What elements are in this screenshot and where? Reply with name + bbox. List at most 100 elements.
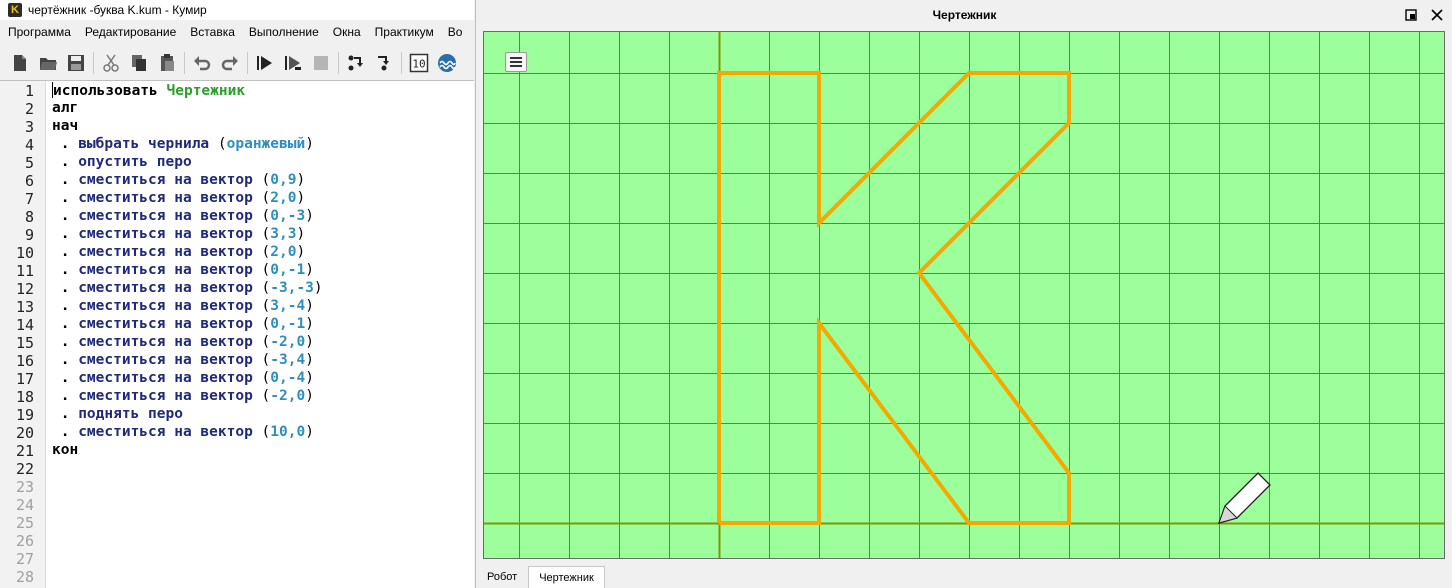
code-token-paren: ) — [313, 280, 323, 296]
code-token-kw: . — [52, 370, 79, 386]
code-token-cmd: выбрать чернила — [78, 136, 218, 152]
code-token-kw: . — [52, 190, 79, 206]
code-token-paren: ( — [261, 388, 271, 404]
drawing-canvas[interactable] — [484, 32, 1445, 559]
stop-button[interactable] — [307, 50, 335, 76]
tab-drawer[interactable]: Чертежник — [528, 566, 605, 588]
restore-button[interactable] — [1404, 8, 1418, 22]
line-number: 27 — [15, 550, 34, 568]
step-run-button[interactable] — [279, 50, 307, 76]
save-button[interactable] — [62, 50, 90, 76]
code-line[interactable]: . сместиться на вектор (2,0) — [52, 190, 305, 208]
code-line[interactable]: . сместиться на вектор (-2,0) — [52, 334, 314, 352]
code-token-num: 3,3 — [270, 226, 297, 242]
code-token-paren: ( — [261, 280, 271, 296]
code-token-paren: ( — [261, 262, 271, 278]
code-line[interactable]: . сместиться на вектор (0,-1) — [52, 262, 314, 280]
svg-text:10: 10 — [412, 58, 425, 71]
code-token-kw: . — [52, 316, 79, 332]
drawer-menu-button[interactable] — [505, 52, 527, 72]
drawing-field[interactable] — [483, 31, 1445, 559]
line-number: 22 — [15, 460, 34, 478]
menu-windows[interactable]: Окна — [326, 25, 368, 39]
code-token-kw: . — [52, 226, 79, 242]
step-out-icon — [378, 56, 389, 71]
close-button[interactable] — [1430, 8, 1444, 22]
code-token-kw: . — [52, 244, 79, 260]
code-token-mod: Чертежник — [166, 83, 246, 99]
drawer-window-controls — [1404, 8, 1444, 22]
drawer-title: Чертежник — [932, 8, 997, 22]
code-token-num: 2,0 — [270, 244, 297, 260]
code-line[interactable]: . сместиться на вектор (0,-3) — [52, 208, 314, 226]
paste-icon — [161, 54, 174, 71]
step-run-icon — [285, 56, 301, 70]
code-token-paren: ) — [305, 388, 314, 404]
code-token-paren: ) — [305, 262, 314, 278]
code-token-paren: ) — [305, 136, 314, 152]
code-token-num: -3,-3 — [270, 280, 314, 296]
drawer-window: Чертежник Робот Чертежник — [475, 0, 1452, 588]
wave-button[interactable] — [433, 50, 461, 76]
code-token-paren: ( — [217, 136, 227, 152]
menu-edit[interactable]: Редактирование — [78, 25, 183, 39]
code-line[interactable]: . сместиться на вектор (2,0) — [52, 244, 305, 262]
code-line[interactable]: . сместиться на вектор (-3,4) — [52, 352, 314, 370]
line-number: 14 — [15, 316, 34, 334]
step-out-button[interactable] — [370, 50, 398, 76]
code-token-cmd: сместиться на вектор — [78, 172, 262, 188]
menu-practicum[interactable]: Практикум — [368, 25, 441, 39]
tab-robot[interactable]: Робот — [476, 566, 528, 588]
code-token-kw: . — [52, 172, 79, 188]
code-line[interactable]: кон — [52, 442, 78, 460]
code-editor[interactable]: 1 2 3 4 5 6 7 8 9 10 11 12 13 14 15 16 17 18 19 20 21 22 23 24 2… — [0, 80, 474, 588]
counter-button[interactable]: 10 — [405, 50, 433, 76]
code-line[interactable]: . выбрать чернила (оранжевый) — [52, 136, 314, 154]
code-line[interactable]: . сместиться на вектор (0,-4) — [52, 370, 314, 388]
line-number-gutter: 1 2 3 4 5 6 7 8 9 10 11 12 13 14 15 16 17 18 19 20 21 22 23 24 2… — [0, 81, 46, 588]
menu-truncated[interactable]: Во — [441, 25, 470, 39]
code-token-paren: ) — [296, 172, 306, 188]
code-line[interactable]: алг — [52, 100, 78, 118]
code-token-cmd: сместиться на вектор — [78, 424, 262, 440]
code-line[interactable]: использовать Чертежник — [52, 82, 245, 100]
code-token-kw: кон — [52, 442, 79, 458]
undo-button[interactable] — [188, 50, 216, 76]
paste-button[interactable] — [153, 50, 181, 76]
code-line[interactable]: . сместиться на вектор (-2,0) — [52, 388, 314, 406]
code-token-paren: ( — [261, 298, 271, 314]
line-number: 12 — [15, 280, 34, 298]
copy-button[interactable] — [125, 50, 153, 76]
code-token-paren: ) — [296, 244, 306, 260]
restore-icon — [1405, 9, 1417, 21]
menu-bar-line — [510, 61, 522, 63]
menu-run[interactable]: Выполнение — [242, 25, 326, 39]
code-token-paren: ( — [261, 190, 271, 206]
code-line[interactable]: нач — [52, 118, 78, 136]
code-line[interactable]: . сместиться на вектор (3,3) — [52, 226, 305, 244]
code-line[interactable]: . сместиться на вектор (-3,-3) — [52, 280, 323, 298]
code-line[interactable]: . поднять перо — [52, 406, 183, 424]
cut-button[interactable] — [97, 50, 125, 76]
code-line[interactable]: . сместиться на вектор (0,9) — [52, 172, 305, 190]
code-line[interactable]: . сместиться на вектор (10,0) — [52, 424, 314, 442]
line-number: 4 — [24, 136, 34, 154]
code-token-kw: . — [52, 208, 79, 224]
menu-insert[interactable]: Вставка — [183, 25, 242, 39]
run-button[interactable] — [251, 50, 279, 76]
redo-button[interactable] — [216, 50, 244, 76]
line-number: 15 — [15, 334, 34, 352]
code-line[interactable]: . сместиться на вектор (3,-4) — [52, 298, 314, 316]
code-line[interactable]: . сместиться на вектор (0,-1) — [52, 316, 314, 334]
code-token-num: 0,-3 — [270, 208, 306, 224]
menu-program[interactable]: Программа — [0, 25, 78, 39]
code-token-num: 10,0 — [270, 424, 306, 440]
menu-bar-line — [510, 57, 522, 59]
open-button[interactable] — [34, 50, 62, 76]
new-file-button[interactable] — [6, 50, 34, 76]
code-token-kw: . — [52, 388, 79, 404]
screen: K чертёжник -буква K.kum - Кумир Програм… — [0, 0, 1452, 588]
line-number: 19 — [15, 406, 34, 424]
code-line[interactable]: . опустить перо — [52, 154, 192, 172]
step-into-button[interactable] — [342, 50, 370, 76]
